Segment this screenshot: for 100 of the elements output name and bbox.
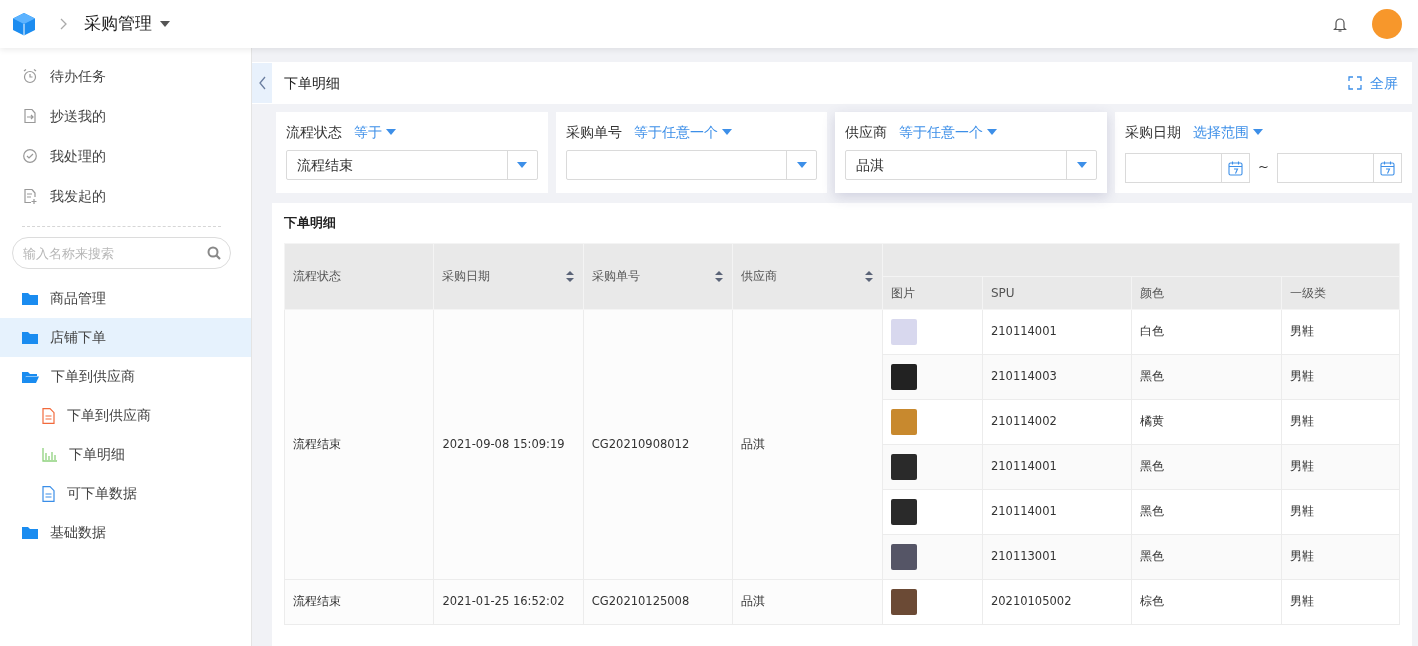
alarm-clock-icon [22, 68, 38, 84]
table-cell: 男鞋 [1281, 534, 1400, 580]
tree-item[interactable]: 下单到供应商 [0, 396, 251, 435]
tree-item[interactable]: 商品管理 [0, 279, 251, 318]
table-cell: 2021-01-25 16:52:02 [433, 579, 584, 625]
table-cell: 黑色 [1131, 354, 1282, 400]
folder-open-icon [22, 370, 39, 383]
folder-icon [22, 331, 38, 344]
caret-icon [796, 162, 807, 169]
bell-icon [1332, 15, 1348, 33]
tree-item[interactable]: 可下单数据 [0, 474, 251, 513]
column-header[interactable]: 采购单号 [583, 243, 733, 310]
sort-icon [863, 269, 874, 283]
check-circle-icon [22, 148, 38, 164]
nav-link[interactable]: 我处理的 [0, 136, 251, 176]
operator-dropdown[interactable]: 选择范围 [1193, 122, 1264, 143]
caret-icon [987, 129, 998, 136]
filter-label: 流程状态 [286, 123, 342, 142]
photo-placeholder [890, 318, 917, 345]
table-title: 下单明细 [284, 214, 337, 233]
chevron-left-icon [258, 76, 266, 90]
search-field[interactable]: 输入名称来搜索 [12, 237, 231, 269]
table-cell: 黑色 [1131, 534, 1282, 580]
table-cell: 品淇 [732, 579, 883, 625]
select-field[interactable]: 品淇 [845, 150, 1098, 181]
caret-icon [160, 21, 170, 27]
cube-logo-icon [12, 12, 36, 36]
calendar-icon [1228, 160, 1244, 176]
tree-item[interactable]: 下单到供应商 [0, 357, 251, 396]
date-field[interactable] [1277, 153, 1402, 184]
calendar-icon [1380, 160, 1395, 176]
avatar[interactable] [1372, 9, 1402, 39]
tree-item[interactable]: 基础数据 [0, 513, 251, 552]
table-cell: 210114001 [982, 489, 1132, 535]
photo-placeholder [890, 498, 917, 525]
table-cell: 210114003 [982, 354, 1132, 400]
table-cell: 210114002 [982, 399, 1132, 445]
nav-link[interactable]: 我发起的 [0, 176, 251, 216]
table-cell: 男鞋 [1281, 309, 1400, 355]
page-title: 下单明细 [284, 73, 340, 93]
app-menu-button[interactable]: 采购管理 [84, 11, 170, 37]
table-cell: 流程结束 [284, 309, 434, 580]
column-header[interactable]: 流程状态 [284, 243, 434, 310]
filter-label: 采购单号 [565, 123, 622, 142]
photo-placeholder [890, 543, 917, 570]
photo-placeholder [890, 408, 917, 435]
table-cell: 黑色 [1131, 444, 1282, 490]
column-header[interactable]: 图片 [882, 276, 983, 310]
table-cell: 白色 [1131, 309, 1282, 355]
range-separator: ~ [1258, 158, 1269, 176]
photo-placeholder [890, 363, 917, 390]
table-cell: 品淇 [732, 309, 883, 580]
bar-chart-icon [42, 447, 57, 462]
table-cell: 210114001 [982, 444, 1132, 490]
operator-dropdown[interactable]: 等于 [354, 122, 396, 143]
tree-item[interactable]: 店铺下单 [0, 318, 251, 357]
folder-icon [22, 526, 38, 539]
table-cell: 210114001 [982, 309, 1132, 355]
caret-icon [1076, 162, 1087, 169]
filter-label: 采购日期 [1125, 123, 1182, 142]
filter-label: 供应商 [845, 123, 888, 142]
table-cell: 男鞋 [1281, 444, 1400, 490]
table-cell: 男鞋 [1281, 354, 1400, 400]
table-cell: 20210105002 [982, 579, 1132, 625]
collapse-button[interactable] [252, 63, 272, 103]
caret-icon [1253, 129, 1264, 136]
table-cell: 210113001 [982, 534, 1132, 580]
column-header[interactable]: 一级类 [1281, 276, 1400, 310]
document-icon [42, 485, 55, 502]
photo-placeholder [890, 453, 917, 480]
caret-icon [721, 129, 732, 136]
column-header[interactable]: 颜色 [1131, 276, 1282, 310]
table-cell: 2021-09-08 15:09:19 [433, 309, 584, 580]
operator-dropdown[interactable]: 等于任意一个 [633, 122, 732, 143]
expand-icon [1348, 76, 1362, 90]
document-arrow-icon [22, 108, 38, 124]
table-cell: 棕色 [1131, 579, 1282, 625]
chevron-right-icon [60, 18, 68, 30]
select-field[interactable]: 流程结束 [286, 150, 538, 181]
nav-link[interactable]: 抄送我的 [0, 96, 251, 136]
column-header[interactable]: SPU [982, 276, 1132, 310]
table-cell: 男鞋 [1281, 579, 1400, 625]
column-header[interactable]: 供应商 [732, 243, 883, 310]
table-cell: 黑色 [1131, 489, 1282, 535]
document-icon [42, 407, 55, 424]
sort-icon [564, 269, 575, 283]
nav-link[interactable]: 待办任务 [0, 56, 251, 96]
operator-dropdown[interactable]: 等于任意一个 [899, 122, 998, 143]
table-cell: 男鞋 [1281, 489, 1400, 535]
tree-item[interactable]: 下单明细 [0, 435, 251, 474]
table-cell: 橘黄 [1131, 399, 1282, 445]
caret-icon [386, 129, 396, 136]
caret-icon [517, 162, 528, 169]
select-field[interactable] [565, 150, 818, 181]
date-field[interactable] [1125, 153, 1251, 184]
column-header[interactable]: 采购日期 [433, 243, 584, 310]
folder-icon [22, 292, 38, 305]
table-cell: 流程结束 [284, 579, 434, 625]
fullscreen-button[interactable]: 全屏 [1342, 71, 1404, 95]
document-plus-icon [22, 188, 38, 204]
